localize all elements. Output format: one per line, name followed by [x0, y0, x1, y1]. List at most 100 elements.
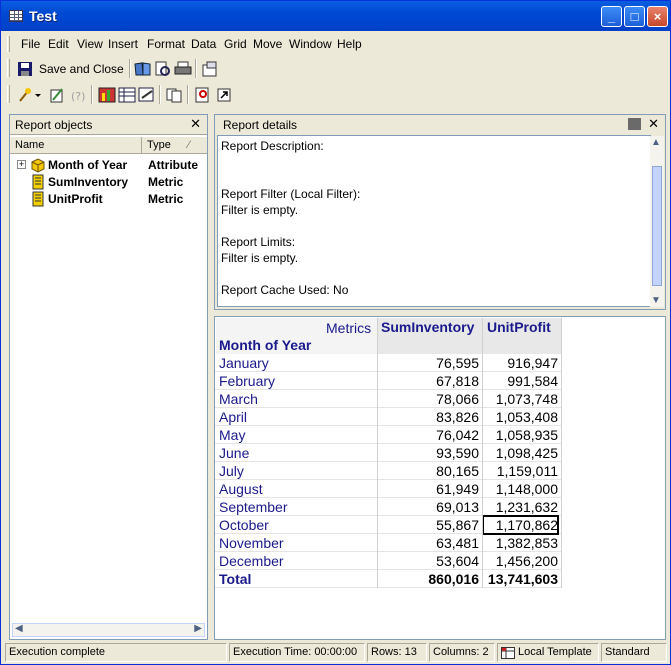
- print-button[interactable]: [173, 59, 193, 78]
- column-header-unitprofit[interactable]: UnitProfit: [487, 318, 551, 336]
- menu-help[interactable]: Help: [337, 37, 362, 51]
- suminventory-cell[interactable]: 80,165: [378, 462, 479, 480]
- list-item[interactable]: UnitProfit Metric: [10, 191, 207, 208]
- month-cell[interactable]: August: [219, 480, 374, 498]
- status-rows: Rows: 13: [367, 643, 427, 662]
- suminventory-cell[interactable]: 78,066: [378, 390, 479, 408]
- design-view-button[interactable]: [137, 85, 157, 104]
- attribute-icon: [31, 158, 45, 173]
- menu-view[interactable]: View: [77, 37, 103, 51]
- menu-data[interactable]: Data: [191, 37, 216, 51]
- suminventory-cell[interactable]: 55,867: [378, 516, 479, 534]
- grid-graph-view-button[interactable]: [117, 85, 137, 104]
- unitprofit-cell[interactable]: 1,073,748: [483, 390, 558, 408]
- unitprofit-cell[interactable]: 1,159,011: [483, 462, 558, 480]
- unitprofit-cell[interactable]: 1,148,000: [483, 480, 558, 498]
- menu-edit[interactable]: Edit: [48, 37, 69, 51]
- suminventory-cell[interactable]: 53,604: [378, 552, 479, 570]
- table-row: April 83,826 1,053,408: [215, 408, 561, 426]
- scroll-left-icon[interactable]: ◀: [15, 623, 23, 634]
- open-book-button[interactable]: [133, 59, 153, 78]
- month-cell[interactable]: March: [219, 390, 374, 408]
- table-row: May 76,042 1,058,935: [215, 426, 561, 444]
- row-header-month-of-year[interactable]: Month of Year: [219, 336, 311, 354]
- menu-file[interactable]: File: [21, 37, 40, 51]
- cache-label: Report Cache Used: No: [221, 283, 349, 297]
- suminventory-cell[interactable]: 76,595: [378, 354, 479, 372]
- suminventory-cell[interactable]: 61,949: [378, 480, 479, 498]
- page-by-button[interactable]: [164, 85, 184, 104]
- unitprofit-cell[interactable]: 1,382,853: [483, 534, 558, 552]
- menu-move[interactable]: Move: [253, 37, 282, 51]
- grid-column-divider: [561, 318, 562, 588]
- unitprofit-cell[interactable]: 13,741,603: [483, 570, 558, 588]
- close-panel-icon[interactable]: ✕: [190, 116, 201, 132]
- unitprofit-cell[interactable]: 1,231,632: [483, 498, 558, 516]
- expand-icon[interactable]: +: [17, 160, 26, 169]
- wand-dropdown-button[interactable]: [17, 85, 45, 104]
- list-item[interactable]: SumInventory Metric: [10, 174, 207, 191]
- month-cell[interactable]: December: [219, 552, 374, 570]
- month-cell[interactable]: May: [219, 426, 374, 444]
- title-bar[interactable]: Test _ □ ×: [1, 1, 670, 31]
- list-item[interactable]: + Month of Year Attribute: [10, 157, 207, 174]
- suminventory-cell[interactable]: 860,016: [378, 570, 479, 588]
- month-cell[interactable]: April: [219, 408, 374, 426]
- properties-button[interactable]: [200, 59, 220, 78]
- suminventory-cell[interactable]: 83,826: [378, 408, 479, 426]
- close-button[interactable]: ×: [647, 6, 668, 27]
- month-cell[interactable]: October: [219, 516, 374, 534]
- scroll-right-icon[interactable]: ▶: [194, 623, 202, 634]
- month-cell[interactable]: November: [219, 534, 374, 552]
- properties-icon: [202, 61, 217, 77]
- suminventory-cell[interactable]: 76,042: [378, 426, 479, 444]
- unitprofit-cell[interactable]: 1,456,200: [483, 552, 558, 570]
- suminventory-cell[interactable]: 67,818: [378, 372, 479, 390]
- unitprofit-cell[interactable]: 1,098,425: [483, 444, 558, 462]
- month-cell[interactable]: February: [219, 372, 374, 390]
- selected-cell[interactable]: 1,170,862: [482, 515, 559, 535]
- month-cell[interactable]: September: [219, 498, 374, 516]
- menu-grid[interactable]: Grid: [224, 37, 247, 51]
- disabled-query-button[interactable]: (?): [69, 85, 89, 104]
- unitprofit-cell[interactable]: 1,058,935: [483, 426, 558, 444]
- vertical-scrollbar[interactable]: ▲ ▼: [650, 136, 664, 307]
- metric-icon: [32, 174, 44, 190]
- month-cell[interactable]: Total: [219, 570, 374, 588]
- suminventory-cell[interactable]: 93,590: [378, 444, 479, 462]
- menu-format[interactable]: Format: [147, 37, 185, 51]
- column-type[interactable]: Type: [147, 139, 171, 151]
- unitprofit-cell[interactable]: 916,947: [483, 354, 558, 372]
- sql-view-button[interactable]: [47, 85, 67, 104]
- grid-column-divider: [377, 318, 378, 588]
- menu-insert[interactable]: Insert: [108, 37, 138, 51]
- chart-view-button[interactable]: [97, 85, 117, 104]
- table-row: December 53,604 1,456,200: [215, 552, 561, 570]
- shortcut-button[interactable]: [214, 85, 234, 104]
- month-cell[interactable]: July: [219, 462, 374, 480]
- suminventory-cell[interactable]: 63,481: [378, 534, 479, 552]
- object-type: Attribute: [148, 158, 198, 172]
- horizontal-scrollbar[interactable]: ◀ ▶: [12, 623, 205, 637]
- scroll-thumb[interactable]: [652, 166, 662, 286]
- table-row: February 67,818 991,584: [215, 372, 561, 390]
- scroll-down-icon[interactable]: ▼: [651, 295, 661, 306]
- print-preview-button[interactable]: [153, 59, 173, 78]
- save-and-close-button[interactable]: Save and Close: [15, 59, 125, 78]
- month-cell[interactable]: June: [219, 444, 374, 462]
- find-button[interactable]: [193, 85, 213, 104]
- minimize-panel-icon[interactable]: [628, 118, 641, 130]
- scroll-up-icon[interactable]: ▲: [651, 137, 661, 148]
- month-cell[interactable]: January: [219, 354, 374, 372]
- report-details-text: Report Description: Report Filter (Local…: [217, 135, 651, 307]
- unitprofit-cell[interactable]: 991,584: [483, 372, 558, 390]
- status-columns: Columns: 2: [429, 643, 495, 662]
- suminventory-cell[interactable]: 69,013: [378, 498, 479, 516]
- close-panel-icon[interactable]: ✕: [648, 116, 659, 132]
- column-header-suminventory[interactable]: SumInventory: [381, 318, 474, 336]
- minimize-button[interactable]: _: [601, 6, 622, 27]
- menu-window[interactable]: Window: [289, 37, 332, 51]
- column-name[interactable]: Name: [15, 139, 44, 151]
- unitprofit-cell[interactable]: 1,053,408: [483, 408, 558, 426]
- maximize-button[interactable]: □: [624, 6, 645, 27]
